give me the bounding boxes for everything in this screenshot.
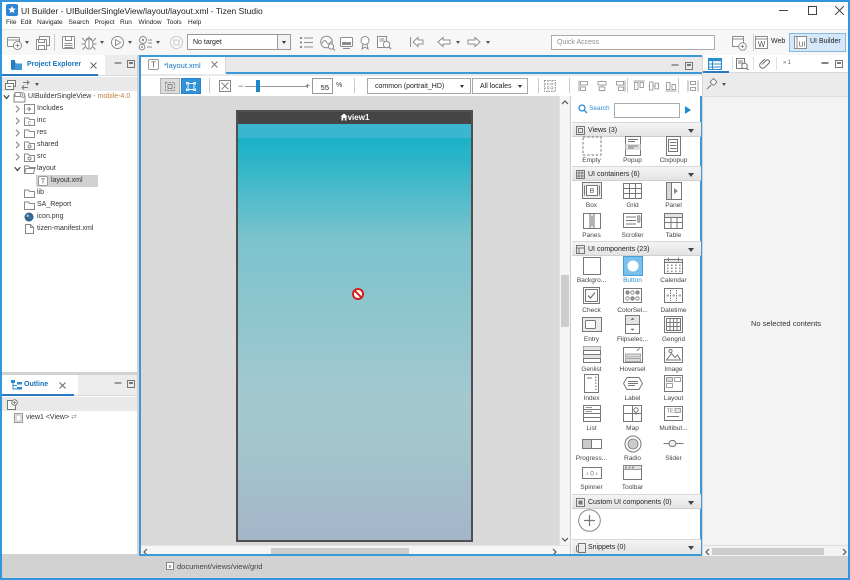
svg-text:c: c — [28, 121, 31, 127]
svg-text:e: e — [168, 564, 171, 570]
svg-text:T: T — [41, 179, 46, 186]
svg-text:UI: UI — [799, 42, 806, 49]
svg-text:W: W — [758, 40, 766, 49]
svg-text:TE:: TE: — [667, 409, 675, 415]
svg-text:‹ 0 ›: ‹ 0 › — [586, 470, 598, 477]
svg-text:B: B — [589, 188, 594, 195]
svg-text:T: T — [151, 61, 156, 70]
